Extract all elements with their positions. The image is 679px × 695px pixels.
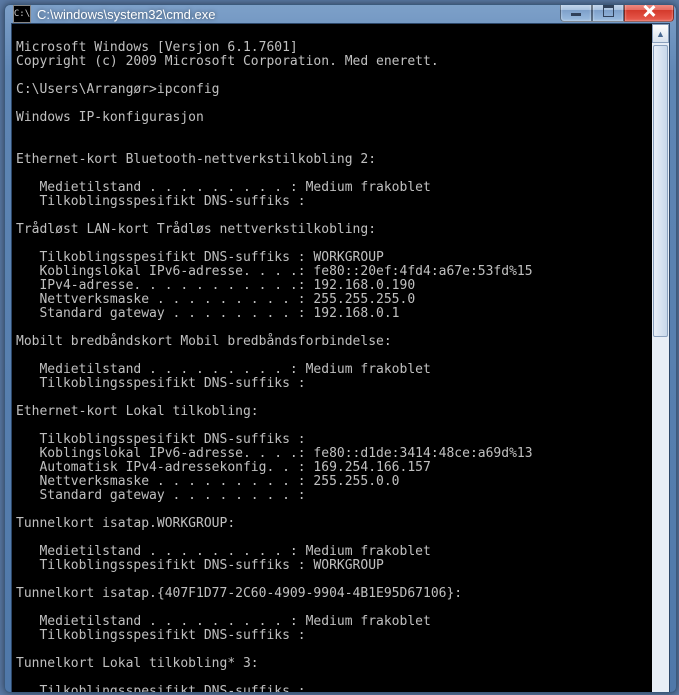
window-controls	[560, 4, 674, 23]
scroll-track[interactable]	[652, 43, 669, 693]
close-button[interactable]	[624, 4, 674, 22]
client-area: Microsoft Windows [Versjon 6.1.7601] Cop…	[11, 23, 670, 693]
minimize-icon	[571, 13, 581, 16]
scroll-thumb[interactable]	[653, 45, 668, 337]
console-output[interactable]: Microsoft Windows [Versjon 6.1.7601] Cop…	[12, 37, 652, 693]
titlebar[interactable]: C:\ C:\windows\system32\cmd.exe	[5, 5, 676, 23]
close-icon	[642, 4, 656, 18]
minimize-button[interactable]	[560, 4, 592, 22]
cmd-window: C:\ C:\windows\system32\cmd.exe Microsof…	[4, 4, 677, 693]
scroll-up-button[interactable]: ▲	[652, 24, 669, 43]
maximize-icon	[603, 5, 614, 17]
vertical-scrollbar[interactable]: ▲ ▼	[652, 24, 669, 693]
maximize-button[interactable]	[592, 4, 624, 22]
cmd-icon: C:\	[13, 5, 31, 23]
window-title: C:\windows\system32\cmd.exe	[37, 7, 560, 22]
